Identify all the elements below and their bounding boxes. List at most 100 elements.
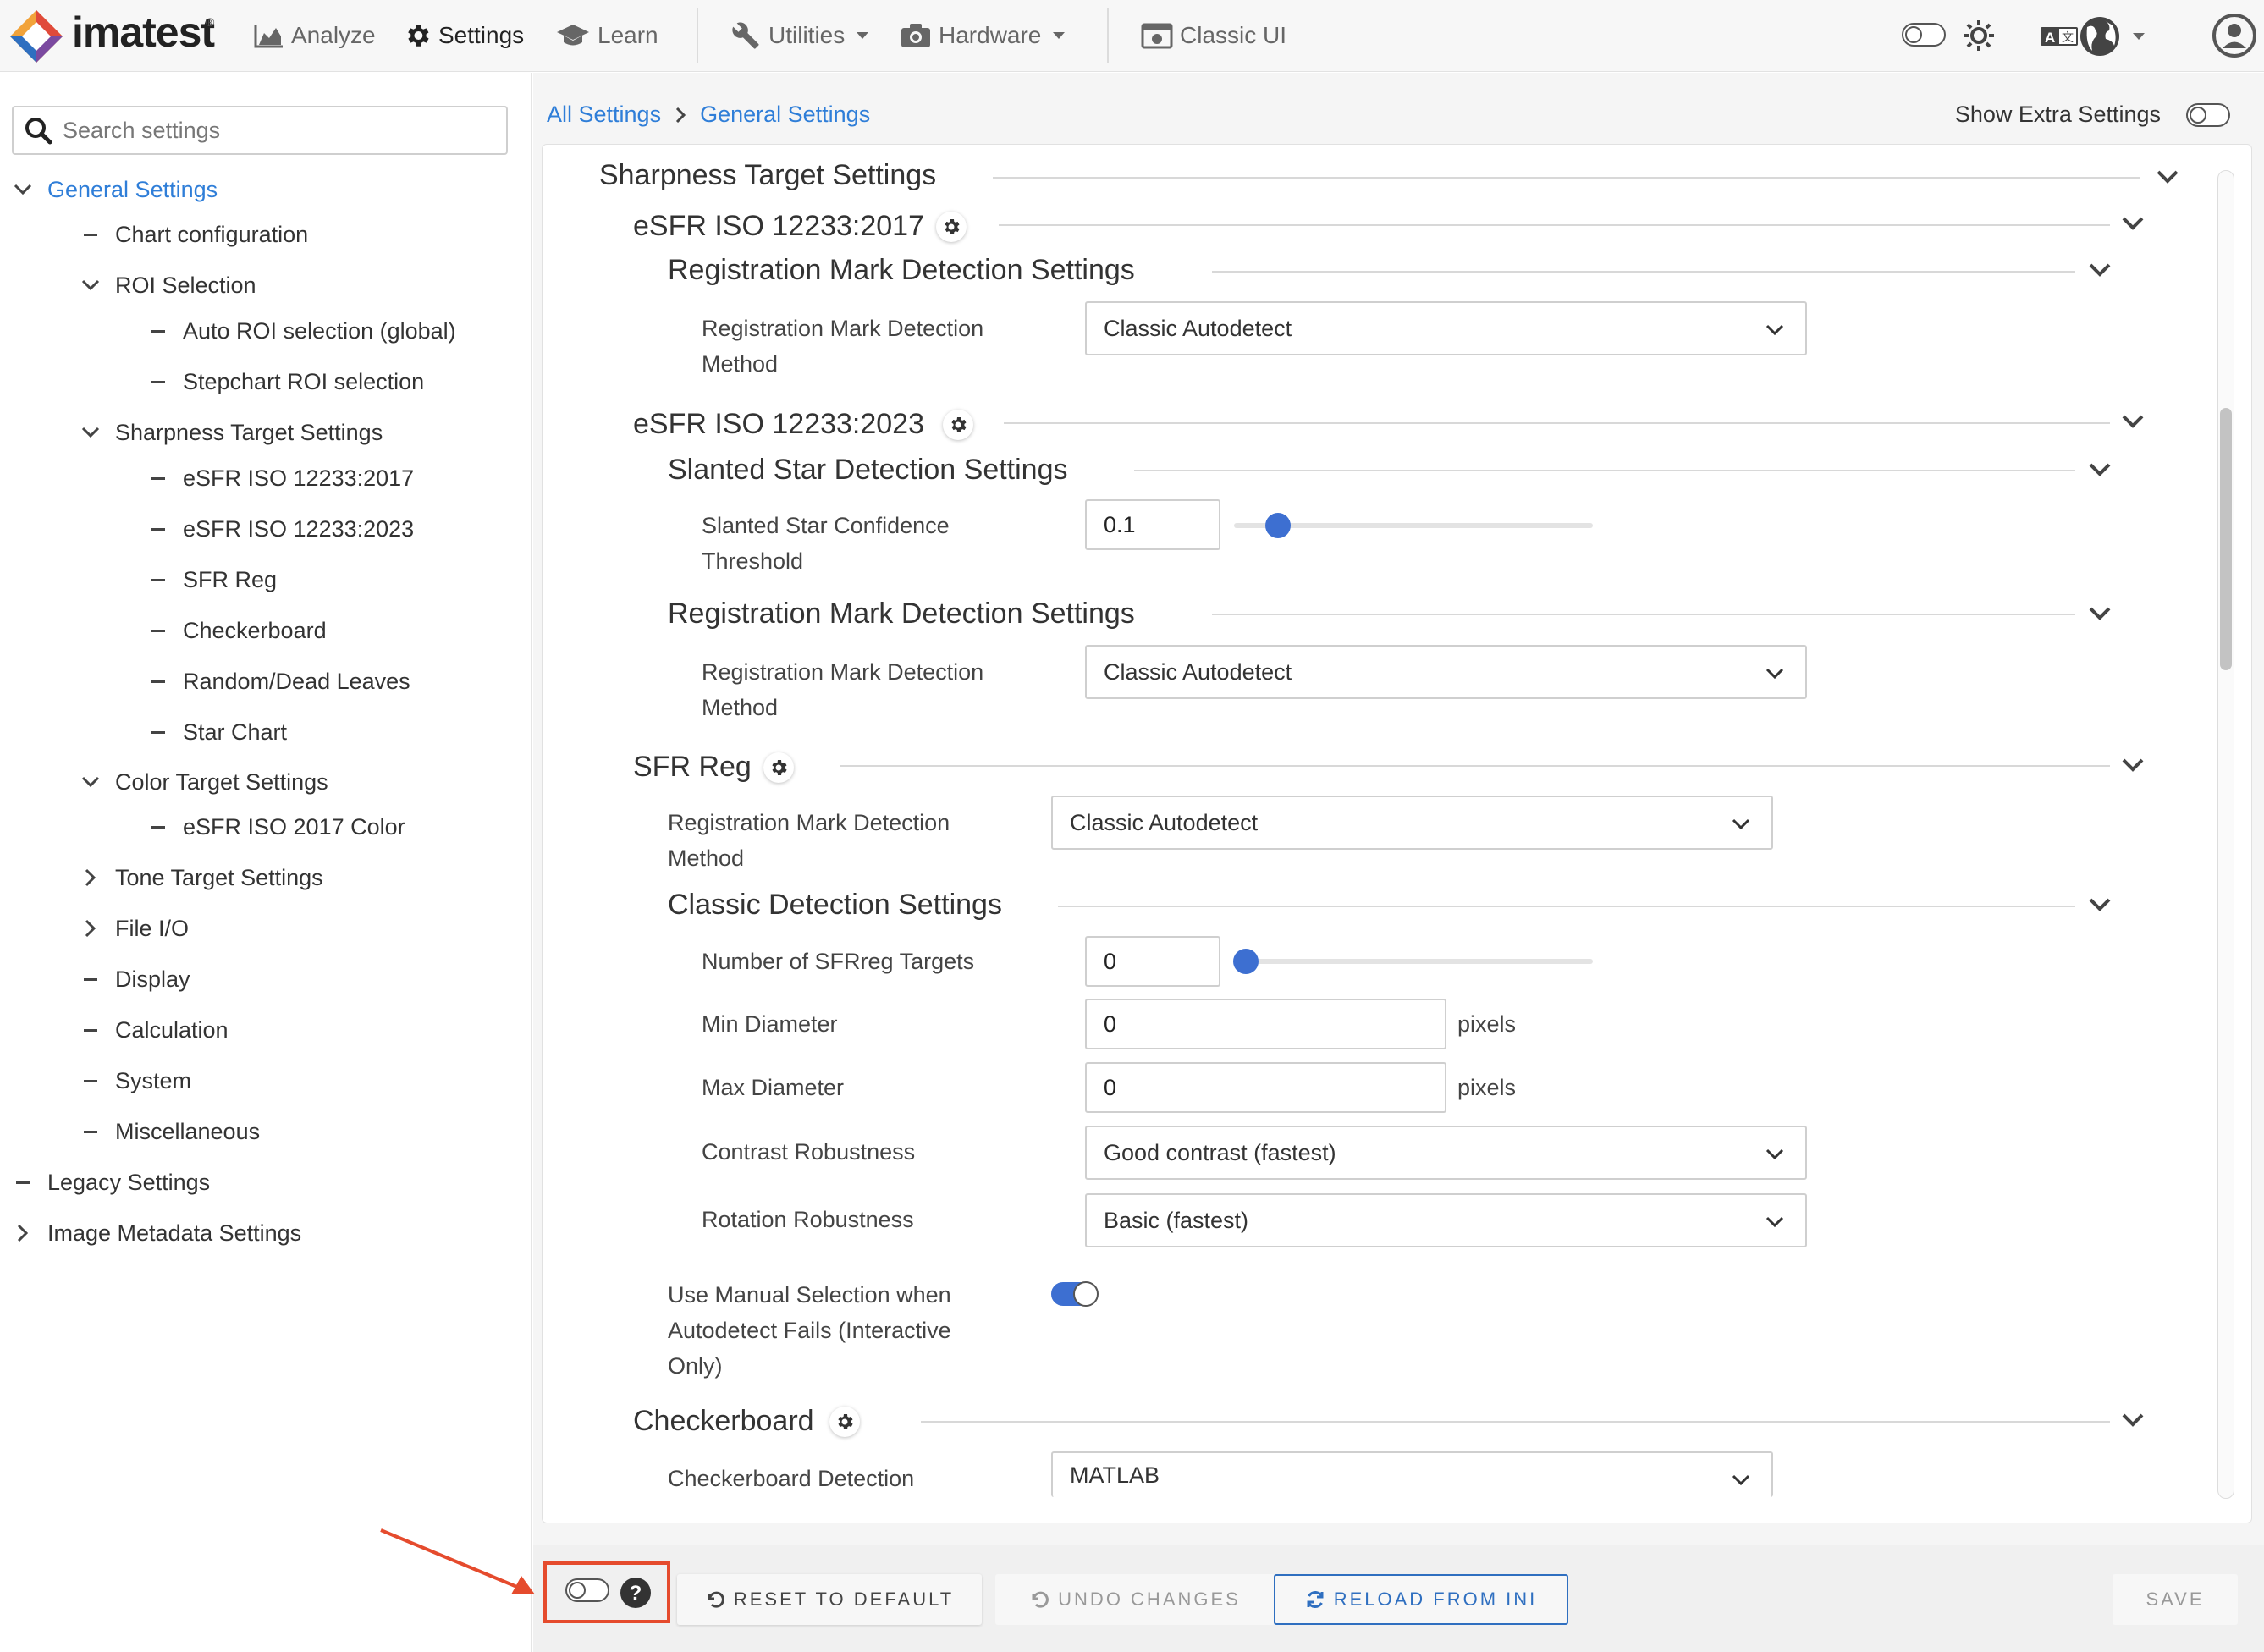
label-line: Registration Mark Detection: [668, 810, 950, 835]
contrast-robustness-select[interactable]: Good contrast (fastest): [1085, 1126, 1807, 1180]
gear-icon[interactable]: [936, 211, 967, 242]
imatest-logo-icon[interactable]: [7, 7, 66, 66]
dark-mode-toggle[interactable]: [1902, 23, 1946, 47]
label-line: Threshold: [702, 548, 804, 574]
scrollbar[interactable]: [2217, 170, 2234, 1499]
tree-item-esfr-2023[interactable]: eSFR ISO 12233:2023: [144, 512, 414, 546]
nav-analyze[interactable]: Analyze: [254, 17, 376, 54]
tree-item-display[interactable]: Display: [76, 962, 190, 996]
chevron-down-icon[interactable]: [2087, 457, 2113, 482]
num-sfrreg-targets-input[interactable]: 0: [1085, 936, 1220, 987]
nav-hardware[interactable]: Hardware: [900, 17, 1066, 54]
tree-item-checkerboard[interactable]: Checkerboard: [144, 614, 327, 647]
max-diameter-input[interactable]: 0: [1085, 1062, 1446, 1113]
label-line: Autodetect Fails (Interactive: [668, 1318, 951, 1343]
undo-changes-button[interactable]: UNDO CHANGES: [995, 1574, 1275, 1625]
chevron-down-icon[interactable]: [2120, 211, 2146, 236]
button-label: UNDO CHANGES: [1058, 1589, 1241, 1610]
search-input[interactable]: [63, 117, 486, 144]
chevron-down-icon[interactable]: [2087, 257, 2113, 283]
language-selector[interactable]: A文: [2040, 15, 2145, 58]
num-sfrreg-targets-slider[interactable]: [1234, 959, 1593, 964]
section-esfr-2017: eSFR ISO 12233:2017: [633, 210, 967, 243]
show-extra-toggle[interactable]: [2186, 102, 2230, 127]
label-line: Method: [668, 845, 745, 871]
tree-item-sharpness-target[interactable]: Sharpness Target Settings: [76, 416, 383, 449]
search-settings-box[interactable]: [12, 106, 508, 155]
leaf-dash: [151, 329, 165, 333]
checkerboard-detection-select[interactable]: MATLAB: [1051, 1451, 1773, 1497]
chevron-down-icon: [1765, 324, 1784, 336]
section-divider: [921, 1421, 2110, 1423]
tools-icon: [732, 22, 759, 49]
tree-item-chart-configuration[interactable]: Chart configuration: [76, 218, 308, 251]
tree-item-color-target[interactable]: Color Target Settings: [76, 765, 328, 799]
chevron-down-icon[interactable]: [2087, 892, 2113, 917]
section-divider: [1212, 271, 2075, 273]
chevron-down-icon[interactable]: [2120, 752, 2146, 778]
tree-item-file-io[interactable]: File I/O: [76, 911, 189, 945]
chevron-down-icon: [857, 32, 869, 39]
reg-mark-method-label: Registration Mark Detection Method: [702, 654, 983, 725]
tree-item-label: Legacy Settings: [47, 1169, 211, 1195]
chevron-down-icon[interactable]: [2120, 409, 2146, 434]
nav-classic-ui[interactable]: Classic UI: [1141, 17, 1286, 54]
min-diameter-input[interactable]: 0: [1085, 999, 1446, 1049]
scrollbar-thumb[interactable]: [2220, 408, 2232, 670]
chevron-down-icon: [1732, 818, 1750, 830]
gear-icon[interactable]: [829, 1406, 860, 1437]
tree-item-label: SFR Reg: [183, 566, 278, 592]
tree-item-label: Display: [115, 966, 190, 992]
reload-from-ini-button[interactable]: RELOAD FROM INI: [1274, 1574, 1568, 1625]
label-line: Slanted Star Confidence: [702, 513, 950, 538]
tree-item-miscellaneous[interactable]: Miscellaneous: [76, 1115, 260, 1148]
tree-item-general-settings[interactable]: General Settings: [8, 173, 218, 206]
chevron-down-icon[interactable]: [2120, 1407, 2146, 1433]
nav-learn[interactable]: Learn: [555, 17, 658, 54]
tree-item-sfr-reg[interactable]: SFR Reg: [144, 563, 277, 597]
tree-item-auto-roi[interactable]: Auto ROI selection (global): [144, 314, 456, 348]
breadcrumb-all-settings[interactable]: All Settings: [547, 102, 661, 128]
gear-icon[interactable]: [763, 752, 794, 783]
nav-hardware-label: Hardware: [939, 22, 1042, 48]
tree-item-stepchart-roi[interactable]: Stepchart ROI selection: [144, 365, 424, 399]
tree-item-tone-target[interactable]: Tone Target Settings: [76, 861, 323, 895]
tree-item-random-dead-leaves[interactable]: Random/Dead Leaves: [144, 664, 410, 698]
reg-mark-method-select-2017[interactable]: Classic Autodetect: [1085, 301, 1807, 355]
tree-item-calculation[interactable]: Calculation: [76, 1013, 229, 1047]
nav-divider: [697, 8, 698, 63]
save-button[interactable]: SAVE: [2113, 1574, 2238, 1625]
tree-item-label: Chart configuration: [115, 221, 309, 247]
tree-item-roi-selection[interactable]: ROI Selection: [76, 268, 256, 302]
section-title: eSFR ISO 12233:2023: [633, 408, 925, 440]
label-line: Method: [702, 351, 779, 377]
leaf-dash: [151, 476, 165, 480]
rotation-robustness-select[interactable]: Basic (fastest): [1085, 1193, 1807, 1247]
user-avatar-icon[interactable]: [2212, 14, 2256, 58]
chevron-down-icon[interactable]: [2087, 601, 2113, 626]
registered-mark: ®: [206, 15, 215, 29]
sun-icon[interactable]: [1962, 19, 1996, 52]
slider-handle[interactable]: [1233, 949, 1259, 974]
section-title: Classic Detection Settings: [668, 889, 1002, 921]
reset-to-default-button[interactable]: RESET TO DEFAULT: [677, 1574, 982, 1625]
tree-item-esfr-color[interactable]: eSFR ISO 2017 Color: [144, 810, 405, 844]
gear-icon[interactable]: [943, 409, 974, 440]
leaf-dash: [151, 527, 165, 531]
manual-selection-toggle[interactable]: [1051, 1281, 1099, 1307]
slider-handle[interactable]: [1265, 513, 1291, 538]
reg-mark-method-select-2023[interactable]: Classic Autodetect: [1085, 645, 1807, 699]
tree-item-system[interactable]: System: [76, 1064, 191, 1098]
breadcrumb-general-settings[interactable]: General Settings: [700, 102, 870, 128]
sfrreg-reg-mark-method-select[interactable]: Classic Autodetect: [1051, 796, 1773, 850]
nav-utilities[interactable]: Utilities: [730, 17, 869, 54]
tree-item-star-chart[interactable]: Star Chart: [144, 715, 287, 749]
tree-item-esfr-2017[interactable]: eSFR ISO 12233:2017: [144, 461, 414, 495]
chevron-down-icon[interactable]: [2155, 164, 2180, 190]
slanted-star-confidence-input[interactable]: 0.1: [1085, 499, 1220, 550]
nav-learn-label: Learn: [598, 22, 658, 48]
tree-item-image-metadata[interactable]: Image Metadata Settings: [8, 1216, 301, 1250]
tree-item-legacy-settings[interactable]: Legacy Settings: [8, 1165, 210, 1199]
nav-settings[interactable]: Settings: [403, 17, 524, 54]
nav-divider: [1107, 8, 1109, 63]
